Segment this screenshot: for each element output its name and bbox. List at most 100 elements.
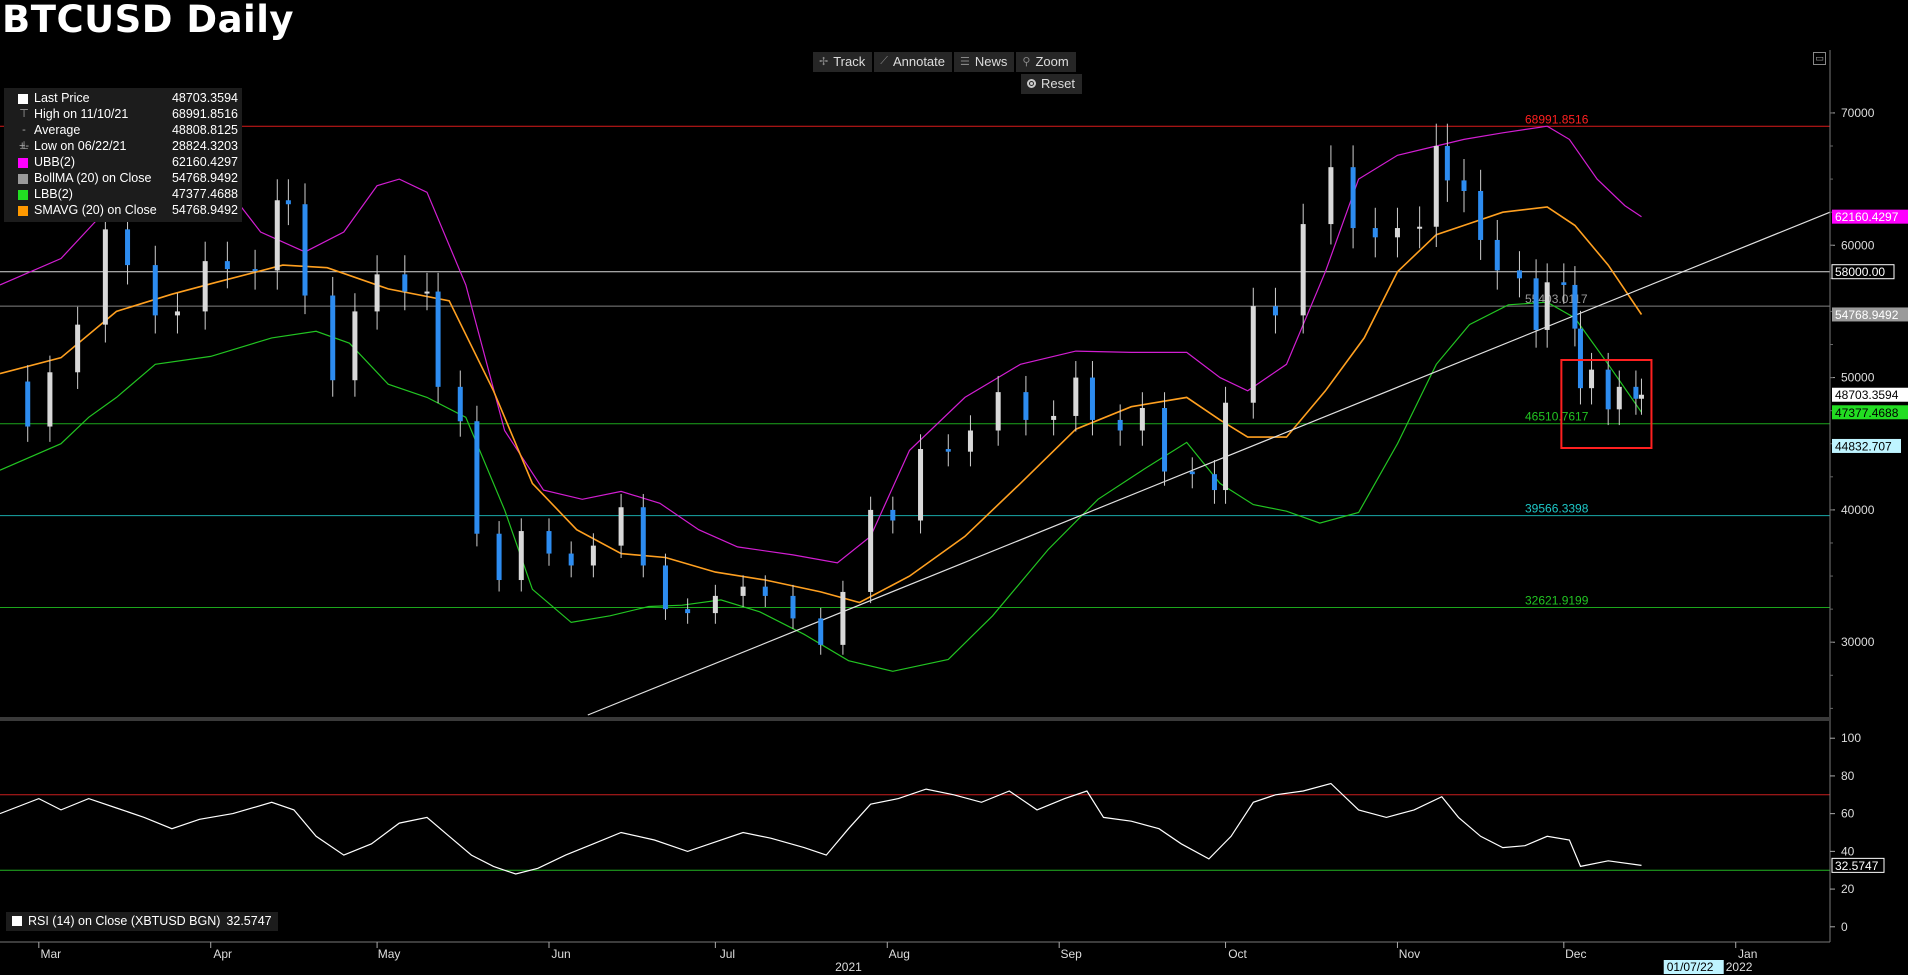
candle [1189, 471, 1195, 475]
y-tick-label: 40000 [1841, 503, 1875, 517]
collapse-icon[interactable]: ▭ [1813, 52, 1826, 65]
candle [662, 565, 668, 610]
x-tick-label: Nov [1399, 947, 1420, 961]
axes: 30000 40000 50000 60000 70000 62160.4297 58000… [0, 50, 1908, 974]
legend-row-low[interactable]: ⊥ Low on 06/22/21 28824.3203 [4, 138, 242, 154]
price-chart: 68991.851655403.011746510.761739566.3398… [0, 112, 1831, 716]
legend-swatch [12, 916, 22, 926]
candle [790, 595, 796, 619]
legend-label: UBB(2) [34, 155, 75, 169]
x-tick-label: Aug [889, 947, 910, 961]
annotate-button-label: Annotate [892, 54, 945, 69]
hline-46510-label: 46510.7617 [1525, 410, 1589, 424]
candle [125, 229, 131, 266]
candle [1300, 224, 1306, 316]
news-button[interactable]: ☰ News [954, 52, 1015, 72]
axis-tag: 62160.4297 [1832, 209, 1908, 224]
candle [685, 609, 691, 614]
x-tick-label: Sep [1061, 947, 1083, 961]
reset-button[interactable]: Reset [1021, 74, 1082, 94]
candle [918, 449, 924, 521]
candle [1117, 419, 1123, 431]
hline-39566-label: 39566.3398 [1525, 502, 1589, 516]
rsi-chart [0, 782, 1830, 875]
axis-tag-label: 44832.707 [1835, 439, 1892, 453]
reset-button-label: Reset [1041, 76, 1075, 91]
rsi-line [0, 782, 1642, 875]
cursor-date-label: 01/07/22 [1667, 960, 1714, 974]
x-year-label: 2021 [835, 960, 862, 974]
candle [224, 261, 230, 270]
zoom-button-label: Zoom [1035, 54, 1069, 69]
news-icon: ☰ [960, 56, 970, 68]
candle [1223, 402, 1229, 491]
candle [762, 586, 768, 596]
legend-row-lbb[interactable]: LBB(2) 47377.4688 [4, 186, 242, 202]
candle [1162, 408, 1168, 472]
hline-high-label: 68991.8516 [1525, 112, 1589, 126]
candle [1605, 369, 1611, 410]
candle [818, 618, 824, 645]
candle [568, 553, 574, 566]
candle [1417, 226, 1423, 229]
candle [1250, 306, 1256, 403]
candle [518, 531, 524, 581]
news-button-label: News [974, 54, 1008, 69]
candle [1572, 284, 1578, 329]
axis-tag: 58000.00 [1831, 264, 1895, 280]
candle [618, 507, 624, 546]
legend-row-smavg[interactable]: SMAVG (20) on Close 54768.9492 [4, 202, 242, 218]
legend-row-high[interactable]: ⊤ High on 11/10/21 68991.8516 [4, 106, 242, 122]
candle [945, 449, 951, 452]
candle [1211, 474, 1217, 491]
x-tick-label: Oct [1228, 947, 1247, 961]
candle [202, 261, 208, 312]
hline-32621-label: 32621.9199 [1525, 594, 1589, 608]
legend-row-bollma[interactable]: BollMA (20) on Close 54768.9492 [4, 170, 242, 186]
annotate-button[interactable]: ⟋ Annotate [874, 52, 952, 72]
candle [1478, 191, 1484, 240]
candle [1633, 386, 1639, 399]
low-marker-icon: ⊥ [19, 140, 29, 152]
high-marker-icon: ⊤ [19, 108, 29, 120]
candle [1433, 146, 1439, 227]
legend-value: 28824.3203 [171, 139, 238, 153]
trendline [587, 211, 1831, 716]
axis-tag-label: 62160.4297 [1835, 210, 1899, 224]
candle [1073, 377, 1079, 416]
legend-label: Last Price [34, 91, 90, 105]
legend-row-average[interactable]: -+- Average 48808.8125 [4, 122, 242, 152]
axis-tag: 54768.9492 [1832, 307, 1908, 322]
rsi-legend[interactable]: RSI (14) on Close (XBTUSD BGN) 32.5747 [6, 912, 278, 931]
candle [1577, 328, 1583, 389]
axis-tag: 48703.3594 [1832, 387, 1908, 402]
legend-value: 54768.9492 [171, 203, 238, 217]
legend-value: 48703.3594 [171, 91, 238, 105]
legend-swatch [18, 206, 28, 216]
legend-row-ubb[interactable]: UBB(2) 62160.4297 [4, 154, 242, 170]
axis-tag-label: 48703.3594 [1835, 388, 1899, 402]
legend-label: High on 11/10/21 [34, 107, 129, 121]
y-tick-label: 50000 [1841, 371, 1875, 385]
chart-legend: Last Price 48703.3594 ⊤ High on 11/10/21… [4, 88, 242, 222]
zoom-button[interactable]: ⚲ Zoom [1016, 52, 1076, 72]
rsi-legend-label: RSI (14) on Close (XBTUSD BGN) [28, 914, 221, 928]
candle [1638, 394, 1644, 399]
magnifier-icon: ⚲ [1022, 56, 1031, 68]
axis-tag: 44832.707 [1832, 438, 1901, 453]
chart-canvas[interactable]: 68991.851655403.011746510.761739566.3398… [0, 0, 1908, 975]
candle [1272, 306, 1278, 316]
candle [1494, 239, 1500, 271]
legend-value: 47377.4688 [171, 187, 238, 201]
x-tick-label: Mar [40, 947, 61, 961]
rsi-axis-tag-label: 32.5747 [1835, 859, 1879, 873]
track-button[interactable]: ✢ Track [813, 52, 873, 72]
legend-label: Low on 06/22/21 [34, 139, 127, 153]
candle [252, 269, 258, 272]
legend-row-last-price[interactable]: Last Price 48703.3594 [4, 90, 242, 106]
candle [1533, 278, 1539, 330]
y-tick-label: 30000 [1841, 635, 1875, 649]
candle [1139, 408, 1145, 431]
candle [1328, 167, 1334, 225]
candle [402, 274, 408, 292]
